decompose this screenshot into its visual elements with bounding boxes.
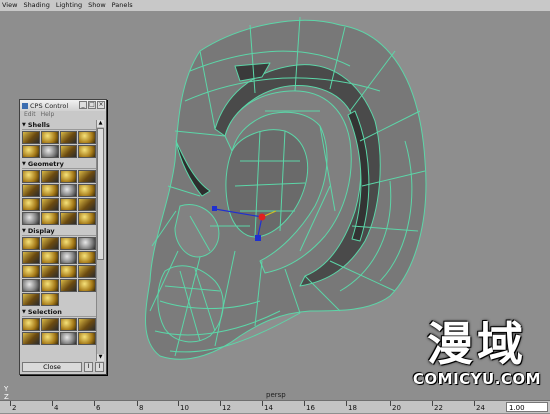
menu-help[interactable]: Help [41,111,55,119]
tool-icon[interactable] [78,131,96,144]
extra-button-1[interactable]: I [84,362,93,372]
section-display[interactable]: ▼ Display [22,226,96,236]
tool-icon[interactable] [22,332,40,345]
watermark-url: COMICYU.COM [412,370,542,388]
cps-menubar: Edit Help [20,111,106,119]
tool-icon[interactable] [22,170,40,183]
tool-icon[interactable] [22,293,40,306]
tool-icon[interactable] [40,145,59,158]
tool-icon[interactable] [78,265,96,278]
tool-icon[interactable] [59,184,78,197]
tool-icon[interactable] [78,184,96,197]
cps-title: CPS Control [30,101,69,110]
axis-z-label: Z [4,393,9,400]
tool-icon[interactable] [22,237,40,250]
viewport-menubar: View Shading Lighting Show Panels [0,0,550,11]
tool-icon[interactable] [22,212,40,225]
axis-indicator: Y Z [4,385,9,400]
tool-icon[interactable] [78,318,96,331]
section-selection[interactable]: ▼ Selection [22,307,96,317]
tool-icon[interactable] [22,265,40,278]
collapse-triangle-icon[interactable]: ▼ [22,122,26,128]
tool-icon[interactable] [40,212,59,225]
tool-icon[interactable] [40,332,59,345]
close-window-button[interactable]: × [97,101,105,109]
watermark-logo: 漫域 COMICYU.COM [412,318,542,388]
tool-icon[interactable] [78,237,96,250]
cps-scrollbar[interactable]: ▲ ▼ [96,120,104,361]
scroll-up-arrow-icon[interactable]: ▲ [97,120,104,127]
current-frame-field[interactable]: 1.00 [506,402,548,412]
tool-icon[interactable] [78,279,96,292]
tool-icon[interactable] [41,293,59,306]
tool-icon[interactable] [40,265,59,278]
camera-label: persp [266,391,286,399]
tool-icon[interactable] [22,131,40,144]
collapse-triangle-icon[interactable]: ▼ [22,161,26,167]
time-slider[interactable]: 2 4 6 8 10 12 14 16 18 20 22 24 1.00 [0,400,550,413]
tool-icon[interactable] [78,198,96,211]
tool-icon[interactable] [78,212,96,225]
collapse-triangle-icon[interactable]: ▼ [22,228,26,234]
tool-icon[interactable] [59,251,78,264]
tool-icon[interactable] [59,265,78,278]
section-shells[interactable]: ▼ Shells [22,120,96,130]
cps-control-window[interactable]: CPS Control _ □ × Edit Help ▼ Shells ▼ Geo… [19,99,107,375]
extra-button-2[interactable]: I [95,362,104,372]
scroll-thumb[interactable] [97,128,104,260]
tool-icon[interactable] [40,279,59,292]
tool-icon[interactable] [40,198,59,211]
tool-icon[interactable] [59,145,78,158]
tool-icon[interactable] [59,237,78,250]
window-icon [22,102,28,109]
section-geometry[interactable]: ▼ Geometry [22,159,96,169]
menu-shading[interactable]: Shading [23,0,49,11]
watermark-chars: 漫域 [427,317,527,371]
menu-lighting[interactable]: Lighting [56,0,82,11]
tool-icon[interactable] [78,251,96,264]
menu-show[interactable]: Show [88,0,106,11]
axis-y-label: Y [4,385,9,393]
cps-content: ▼ Shells ▼ Geometry ▼ Display ▼ Selection [22,120,96,361]
menu-edit[interactable]: Edit [24,111,36,119]
minimize-button[interactable]: _ [79,101,87,109]
tool-icon[interactable] [40,251,59,264]
close-button[interactable]: Close [22,362,82,372]
tool-icon[interactable] [22,184,40,197]
tool-icon[interactable] [59,279,78,292]
tool-icon[interactable] [78,170,96,183]
scroll-down-arrow-icon[interactable]: ▼ [97,354,104,361]
tool-icon[interactable] [22,198,40,211]
tool-icon[interactable] [78,332,96,345]
tool-icon[interactable] [59,131,78,144]
tool-icon[interactable] [22,318,40,331]
tool-icon[interactable] [40,237,59,250]
tool-icon[interactable] [59,212,78,225]
cps-titlebar[interactable]: CPS Control _ □ × [20,100,106,111]
tool-icon[interactable] [40,318,59,331]
section-label: Display [27,226,55,235]
tool-icon[interactable] [59,170,78,183]
section-label: Selection [27,307,62,316]
collapse-triangle-icon[interactable]: ▼ [22,309,26,315]
menu-view[interactable]: View [2,0,17,11]
tool-icon[interactable] [59,198,78,211]
menu-panels[interactable]: Panels [112,0,133,11]
tool-icon[interactable] [40,131,59,144]
tool-icon[interactable] [40,184,59,197]
section-label: Geometry [27,159,64,168]
tool-icon[interactable] [22,279,40,292]
tool-icon[interactable] [78,145,96,158]
tool-icon[interactable] [59,318,78,331]
tool-icon[interactable] [22,251,40,264]
tool-icon[interactable] [59,332,78,345]
section-label: Shells [27,120,50,129]
tool-icon[interactable] [40,170,59,183]
cps-bottom-bar: Close I I [22,362,104,372]
tool-icon[interactable] [22,145,40,158]
maximize-button[interactable]: □ [88,101,96,109]
